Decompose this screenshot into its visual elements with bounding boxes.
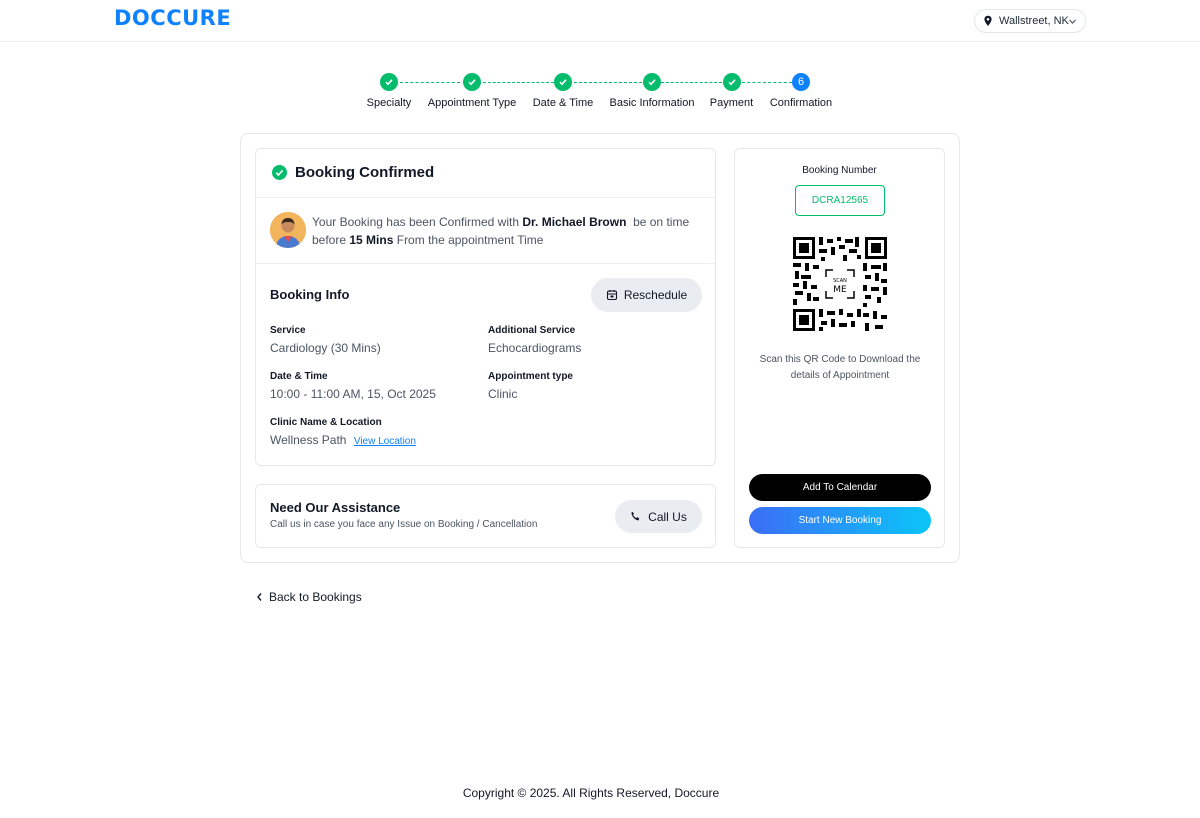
field-value: Echocardiograms [488,341,582,355]
step-payment[interactable]: Payment [704,73,759,109]
confirmation-message: Your Booking has been Confirmed with Dr.… [312,213,702,249]
location-text: Wallstreet, NK [999,15,1069,27]
appointment-type-field: Appointment type Clinic [488,371,573,401]
field-label: Clinic Name & Location [270,417,382,428]
step-specialty[interactable]: Specialty [359,73,419,109]
check-icon [722,73,741,91]
add-to-calendar-label: Add To Calendar [802,482,878,493]
step-label: Appointment Type [427,97,517,109]
back-to-bookings-link[interactable]: Back to Bookings [256,590,362,604]
step-date-time[interactable]: Date & Time [528,73,598,109]
qr-caption: Scan this QR Code to Download the detail… [759,354,921,381]
step-basic-information[interactable]: Basic Information [602,73,702,109]
message-text: From the appointment Time [396,233,544,247]
field-label: Date & Time [270,371,328,382]
logo-text: DOCCURE [114,6,232,30]
reschedule-label: Reschedule [623,288,688,302]
check-icon [554,73,572,91]
call-us-button[interactable]: Call Us [615,500,702,533]
check-icon [643,73,661,91]
field-value: Wellness Path View Location [270,433,416,447]
field-label: Additional Service [488,325,576,336]
footer-copyright: Copyright © 2025. All Rights Reserved, D… [462,786,720,800]
qr-scan-text: SCAN [833,278,847,284]
qr-code-icon[interactable]: SCAN ME [793,237,887,331]
back-link-label: Back to Bookings [269,590,362,604]
doctor-avatar [270,212,306,248]
step-confirmation[interactable]: 6 Confirmation [766,73,836,109]
step-number-badge: 6 [792,73,810,91]
booking-number-label: Booking Number [802,165,877,176]
service-field: Service Cardiology (30 Mins) [270,325,381,355]
reschedule-button[interactable]: Reschedule [591,278,702,312]
check-icon [463,73,481,91]
confirmation-heading: Booking Confirmed [272,164,434,181]
booking-number-badge: DCRA12565 [795,185,885,216]
message-text: before [312,233,347,247]
qr-me-text: ME [833,285,847,295]
start-new-booking-button[interactable]: Start New Booking [749,507,931,534]
step-label: Specialty [366,97,412,109]
step-label: Basic Information [609,97,695,109]
clinic-name: Wellness Path [270,433,347,447]
doccure-logo[interactable]: DOCCURE [114,6,231,30]
location-pin-icon [984,15,992,26]
view-location-link[interactable]: View Location [354,436,416,447]
divider [256,197,715,198]
step-label: Payment [709,97,754,109]
lead-time: 15 Mins [349,233,394,247]
add-to-calendar-button[interactable]: Add To Calendar [749,474,931,501]
step-label: Date & Time [532,97,594,109]
top-header: DOCCURE Wallstreet, NK [0,0,1200,42]
doctor-name: Dr. Michael Brown [522,215,627,229]
divider [256,263,715,264]
call-us-label: Call Us [648,509,687,524]
booking-number-panel: Booking Number DCRA12565 SCAN ME Scan th… [734,148,945,548]
booking-info-title: Booking Info [270,287,350,302]
field-label: Service [270,325,306,336]
clinic-field: Clinic Name & Location Wellness Path Vie… [270,417,416,447]
calendar-icon [606,290,617,301]
assistance-subtitle: Call us in case you face any Issue on Bo… [270,519,538,530]
message-text: be on time [633,215,690,229]
date-time-field: Date & Time 10:00 - 11:00 AM, 15, Oct 20… [270,371,436,401]
additional-service-field: Additional Service Echocardiograms [488,325,581,355]
chevron-down-icon [1069,19,1076,24]
start-new-booking-label: Start New Booking [798,515,882,526]
field-value: 10:00 - 11:00 AM, 15, Oct 2025 [270,387,436,401]
confirmation-title: Booking Confirmed [295,164,435,181]
confirmation-panel: Booking Confirmed Your Booking has been … [255,148,716,466]
check-circle-icon [272,165,287,180]
step-appointment-type[interactable]: Appointment Type [422,73,522,109]
assistance-panel: Need Our Assistance Call us in case you … [255,484,716,548]
assistance-title: Need Our Assistance [270,500,401,515]
location-selector[interactable]: Wallstreet, NK [974,9,1086,33]
field-label: Appointment type [488,371,573,382]
field-value: Cardiology (30 Mins) [270,341,381,355]
booking-number: DCRA12565 [811,195,869,206]
phone-icon [631,511,640,521]
check-icon [380,73,398,91]
field-value: Clinic [488,387,518,401]
step-label: Confirmation [769,97,833,109]
message-text: Your Booking has been Confirmed with [312,215,520,229]
chevron-left-icon [257,593,262,601]
